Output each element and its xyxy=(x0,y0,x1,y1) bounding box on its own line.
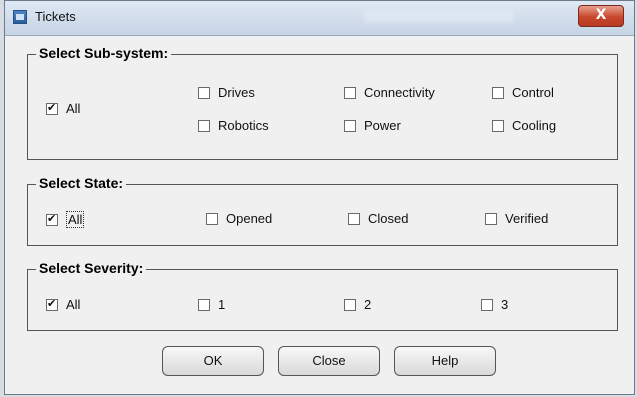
severity-1-checkbox[interactable]: 1 xyxy=(198,297,225,312)
tickets-dialog: Tickets X Select Sub-system: All Drives … xyxy=(4,0,635,395)
checkbox-box[interactable] xyxy=(344,119,356,132)
subsystem-cooling-checkbox[interactable]: Cooling xyxy=(492,118,556,133)
subsystem-group: Select Sub-system: All Drives Connectivi… xyxy=(27,45,618,160)
subsystem-connectivity-checkbox[interactable]: Connectivity xyxy=(344,85,435,100)
severity-group-title: Select Severity: xyxy=(36,260,147,276)
checkbox-label: All xyxy=(66,211,85,228)
close-window-button[interactable]: X xyxy=(578,5,624,27)
checkbox-label: 3 xyxy=(501,297,509,312)
severity-3-checkbox[interactable]: 3 xyxy=(481,297,508,312)
subsystem-control-checkbox[interactable]: Control xyxy=(492,85,554,100)
state-closed-checkbox[interactable]: Closed xyxy=(348,211,408,226)
subsystem-drives-checkbox[interactable]: Drives xyxy=(198,85,255,100)
subsystem-robotics-checkbox[interactable]: Robotics xyxy=(198,118,269,133)
checkbox-box[interactable] xyxy=(492,86,504,99)
checkbox-label: Opened xyxy=(226,211,273,226)
help-button[interactable]: Help xyxy=(394,346,496,376)
title-bar[interactable]: Tickets X xyxy=(5,1,634,36)
window-title: Tickets xyxy=(35,9,76,24)
checkbox-label: Control xyxy=(512,85,554,100)
checkbox-label: Closed xyxy=(368,211,409,226)
checkbox-label: 1 xyxy=(218,297,226,312)
checkbox-box[interactable] xyxy=(198,298,210,311)
severity-group: Select Severity: All 1 2 3 xyxy=(27,260,618,331)
checkbox-box[interactable] xyxy=(344,86,356,99)
subsystem-group-title: Select Sub-system: xyxy=(36,45,172,61)
checkbox-box[interactable] xyxy=(481,298,493,311)
subsystem-power-checkbox[interactable]: Power xyxy=(344,118,401,133)
state-all-checkbox[interactable]: All xyxy=(46,211,85,228)
severity-all-checkbox[interactable]: All xyxy=(46,297,80,312)
checkbox-box[interactable] xyxy=(344,298,356,311)
checkbox-label: Robotics xyxy=(218,118,269,133)
checkbox-label: Verified xyxy=(505,211,549,226)
checkbox-label: Cooling xyxy=(512,118,557,133)
checkbox-label: Connectivity xyxy=(364,85,435,100)
checkbox-label: 2 xyxy=(364,297,372,312)
severity-2-checkbox[interactable]: 2 xyxy=(344,297,371,312)
state-opened-checkbox[interactable]: Opened xyxy=(206,211,272,226)
app-icon xyxy=(13,10,27,24)
checkbox-box[interactable] xyxy=(198,119,210,132)
state-verified-checkbox[interactable]: Verified xyxy=(485,211,548,226)
checkbox-box[interactable] xyxy=(46,101,58,115)
checkbox-label: All xyxy=(66,101,81,116)
background-blur xyxy=(364,11,514,23)
ok-button[interactable]: OK xyxy=(162,346,264,376)
checkbox-box[interactable] xyxy=(206,212,218,225)
checkbox-label: Drives xyxy=(218,85,255,100)
checkbox-box[interactable] xyxy=(46,297,58,311)
subsystem-all-checkbox[interactable]: All xyxy=(46,101,80,116)
checkbox-box[interactable] xyxy=(492,119,504,132)
checkbox-box[interactable] xyxy=(348,212,360,225)
state-group: Select State: All Opened Closed Verified xyxy=(27,175,618,246)
state-group-title: Select State: xyxy=(36,175,127,191)
checkbox-label: All xyxy=(66,297,81,312)
checkbox-label: Power xyxy=(364,118,401,133)
checkbox-box[interactable] xyxy=(485,212,497,225)
close-button[interactable]: Close xyxy=(278,346,380,376)
checkbox-box[interactable] xyxy=(198,86,210,99)
checkbox-box[interactable] xyxy=(46,212,58,226)
